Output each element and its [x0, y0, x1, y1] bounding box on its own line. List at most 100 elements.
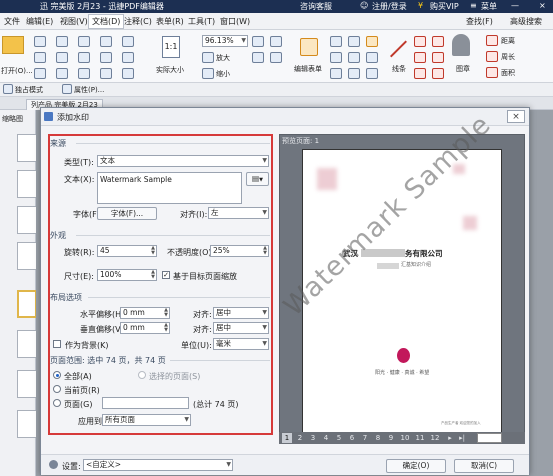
advanced-search-link[interactable]: 高级搜索: [510, 16, 542, 27]
consult-service-link[interactable]: 咨询客服: [300, 1, 332, 12]
last-page-icon[interactable]: ▸|: [457, 433, 467, 443]
pencil-icon[interactable]: [432, 36, 444, 47]
horizontal-offset-stepper[interactable]: 0 mm ▲ ▼: [120, 307, 170, 319]
zoom-out-label[interactable]: 缩小: [216, 69, 230, 79]
watermark-text-input[interactable]: Watermark Sample: [97, 172, 242, 204]
zoom-out-icon[interactable]: [202, 68, 214, 79]
distance-label[interactable]: 距离: [501, 36, 515, 46]
fit-page-icon[interactable]: [252, 36, 264, 47]
properties-button[interactable]: 属性(P)...: [74, 85, 104, 95]
combo-tool-icon[interactable]: [348, 52, 360, 63]
chevron-down-icon[interactable]: ▼: [262, 208, 267, 218]
chevron-down-icon[interactable]: ▼: [262, 156, 267, 166]
button-tool-icon[interactable]: [348, 68, 360, 79]
page-thumbnail[interactable]: [17, 290, 37, 318]
spinner-icon[interactable]: ▲ ▼: [151, 246, 155, 256]
opacity-stepper[interactable]: 25% ▲ ▼: [210, 245, 269, 257]
text-field-icon[interactable]: [330, 36, 342, 47]
page-number-4[interactable]: 4: [321, 433, 331, 443]
list-tool-icon[interactable]: [348, 36, 360, 47]
ok-button[interactable]: 确定(O): [386, 459, 446, 473]
paste-icon[interactable]: [100, 52, 112, 63]
perimeter-icon[interactable]: [486, 51, 498, 62]
page-number-12[interactable]: 12: [429, 433, 441, 443]
rotate-icon[interactable]: [252, 52, 264, 63]
page-thumbnail[interactable]: [17, 242, 37, 270]
login-link[interactable]: 注册/登录: [372, 1, 407, 12]
save-icon[interactable]: [34, 68, 46, 79]
select-icon[interactable]: [122, 36, 134, 47]
page-number-8[interactable]: 8: [373, 433, 383, 443]
page-number-5[interactable]: 5: [334, 433, 344, 443]
page-range-radio[interactable]: [53, 399, 61, 407]
minimize-icon[interactable]: —: [511, 1, 519, 10]
continuous-icon[interactable]: [270, 52, 282, 63]
stamp-icon[interactable]: [452, 34, 470, 56]
stamp-label[interactable]: 图章: [456, 64, 470, 74]
exclusive-mode-icon[interactable]: [3, 84, 13, 94]
page-thumbnail[interactable]: [17, 134, 37, 162]
menu-comment[interactable]: 注释(C): [124, 16, 152, 27]
distance-icon[interactable]: [486, 35, 498, 46]
as-background-checkbox[interactable]: [53, 340, 61, 348]
redo-icon[interactable]: [100, 36, 112, 47]
align-select[interactable]: 左 ▼: [208, 207, 269, 219]
page-thumbnail[interactable]: [17, 370, 37, 398]
close-window-icon[interactable]: ×: [539, 1, 546, 10]
page-thumbnail[interactable]: [17, 206, 37, 234]
page-range-input[interactable]: [102, 397, 189, 409]
delete-icon[interactable]: [100, 68, 112, 79]
page-number-7[interactable]: 7: [360, 433, 370, 443]
chevron-down-icon[interactable]: ▼: [226, 460, 231, 470]
zoom-in-label[interactable]: 放大: [216, 53, 230, 63]
mail-icon[interactable]: [56, 36, 68, 47]
spinner-icon[interactable]: ▲ ▼: [164, 323, 168, 333]
line-label[interactable]: 线条: [392, 64, 406, 74]
cut-icon[interactable]: [78, 52, 90, 63]
spinner-icon[interactable]: ▲ ▼: [151, 270, 155, 280]
page-thumbnail[interactable]: [17, 170, 37, 198]
menu-window[interactable]: 窗口(W): [220, 16, 250, 27]
unit-select[interactable]: 毫米 ▼: [213, 338, 269, 350]
arrow-icon[interactable]: [414, 36, 426, 47]
edit-form-label[interactable]: 编辑表单: [294, 64, 322, 74]
vertical-align-select[interactable]: 居中 ▼: [213, 322, 269, 334]
page-number-1[interactable]: 1: [282, 433, 292, 443]
copy-icon[interactable]: [78, 68, 90, 79]
scale-to-page-checkbox[interactable]: ✓: [162, 271, 170, 279]
menu-document[interactable]: 文档(D): [88, 14, 125, 29]
scan-icon[interactable]: [34, 52, 46, 63]
text-options-button[interactable]: ▤▼: [246, 172, 269, 186]
apply-to-select[interactable]: 所有页面 ▼: [102, 414, 191, 426]
page-number-3[interactable]: 3: [308, 433, 318, 443]
next-page-icon[interactable]: ▸: [445, 433, 455, 443]
properties-icon[interactable]: [62, 84, 72, 94]
cloud-icon[interactable]: [432, 68, 444, 79]
area-icon[interactable]: [486, 67, 498, 78]
undo-icon[interactable]: [78, 36, 90, 47]
type-select[interactable]: 文本 ▼: [97, 155, 269, 167]
page-number-2[interactable]: 2: [295, 433, 305, 443]
zoom-in-icon[interactable]: [202, 52, 214, 63]
edit-form-icon[interactable]: [300, 38, 318, 56]
zoom-field[interactable]: 96.13% ▼: [202, 35, 248, 47]
spinner-icon[interactable]: ▲ ▼: [263, 246, 267, 256]
radio-tool-icon[interactable]: [330, 68, 342, 79]
cancel-button[interactable]: 取消(C): [454, 459, 514, 473]
snapshot-icon[interactable]: [122, 68, 134, 79]
single-page-icon[interactable]: [270, 36, 282, 47]
image-icon[interactable]: [56, 68, 68, 79]
font-button[interactable]: 字体(F)...: [97, 207, 157, 220]
spinner-icon[interactable]: ▲ ▼: [164, 308, 168, 318]
polygon-icon[interactable]: [414, 68, 426, 79]
area-label[interactable]: 面积: [501, 68, 515, 78]
rectangle-icon[interactable]: [414, 52, 426, 63]
page-number-11[interactable]: 11: [414, 433, 426, 443]
chevron-down-icon[interactable]: ▼: [262, 323, 267, 333]
size-stepper[interactable]: 100% ▲ ▼: [97, 269, 157, 281]
hand-icon[interactable]: [122, 52, 134, 63]
menu-link[interactable]: 菜单: [481, 1, 497, 12]
checkbox-tool-icon[interactable]: [330, 52, 342, 63]
line-icon[interactable]: [390, 40, 407, 58]
page-thumbnail[interactable]: [17, 410, 37, 438]
